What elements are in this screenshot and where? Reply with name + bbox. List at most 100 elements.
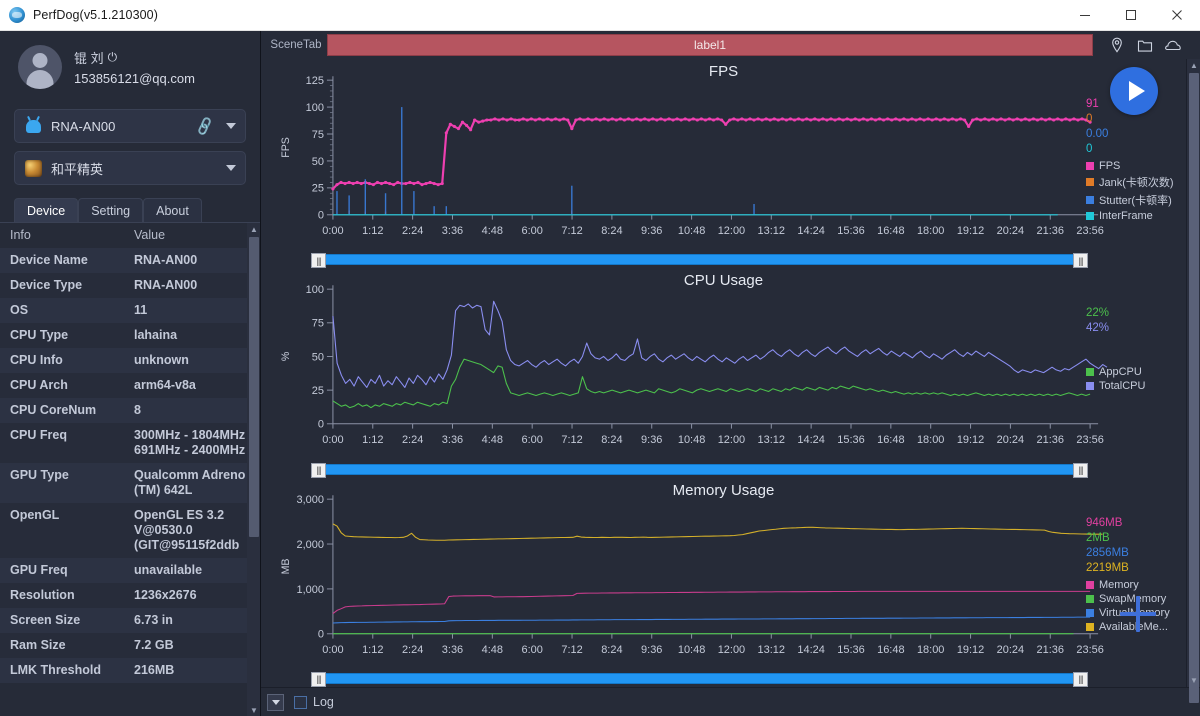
- svg-text:6:00: 6:00: [522, 225, 543, 237]
- chart-cpu: CPU Usage 0 25 50 75 100% 0:00 1:12 2:24 3:36 4:4…: [261, 268, 1186, 460]
- svg-text:12:00: 12:00: [718, 435, 745, 447]
- table-row[interactable]: GPU Type Qualcomm Adreno (TM) 642L: [0, 463, 260, 503]
- legend-value-jank: 0: [1086, 113, 1093, 125]
- main-scroll-thumb[interactable]: [1189, 73, 1199, 703]
- legend-item[interactable]: AppCPU: [1086, 366, 1145, 378]
- scroll-up-icon[interactable]: ▲: [249, 223, 259, 235]
- maximize-icon[interactable]: [1108, 0, 1154, 31]
- table-row[interactable]: Ram Size 7.2 GB: [0, 633, 260, 658]
- column-header-info: Info: [0, 223, 124, 248]
- timeline-handle-left[interactable]: |||: [311, 253, 326, 269]
- expand-dropdown-button[interactable]: [267, 693, 284, 711]
- timeline-slider-cpu[interactable]: ||| |||: [261, 461, 1186, 478]
- tab-about[interactable]: About: [143, 198, 202, 223]
- svg-text:21:36: 21:36: [1037, 644, 1064, 656]
- svg-text:6:00: 6:00: [522, 435, 543, 447]
- chevron-down-icon[interactable]: [226, 123, 236, 129]
- table-row[interactable]: Screen Size 6.73 in: [0, 608, 260, 633]
- legend-item[interactable]: TotalCPU: [1086, 380, 1145, 392]
- value-cell: RNA-AN00: [134, 278, 198, 292]
- timeline-track[interactable]: ||| |||: [311, 253, 1088, 269]
- add-chart-button[interactable]: [1120, 595, 1156, 632]
- info-cell: CPU Freq: [10, 428, 67, 442]
- svg-text:9:36: 9:36: [641, 435, 662, 447]
- scroll-up-icon[interactable]: ▲: [1189, 59, 1199, 72]
- legend-label: InterFrame: [1099, 210, 1153, 222]
- table-row[interactable]: CPU Type lahaina: [0, 323, 260, 348]
- svg-text:20:24: 20:24: [997, 225, 1024, 237]
- svg-text:23:56: 23:56: [1076, 225, 1103, 237]
- timeline-handle-left[interactable]: |||: [311, 671, 326, 687]
- main-panel: SceneTab label1 FPS 0 25 50 75 100 125 F…: [261, 31, 1200, 716]
- table-row[interactable]: Resolution 1236x2676: [0, 583, 260, 608]
- legend-swatch: [1086, 368, 1094, 377]
- svg-text:16:48: 16:48: [877, 644, 904, 656]
- timeline-track[interactable]: ||| |||: [311, 671, 1088, 687]
- legend-item[interactable]: InterFrame: [1086, 210, 1174, 222]
- chart-memory: Memory Usage 0 1,000 2,000 3,000 MB 0:00 1:12 2…: [261, 478, 1186, 670]
- log-checkbox[interactable]: [294, 695, 307, 709]
- legend-item[interactable]: FPS: [1086, 160, 1174, 172]
- tab-device[interactable]: Device: [14, 198, 79, 223]
- info-cell: Device Type: [10, 278, 83, 292]
- table-row[interactable]: CPU Info unknown: [0, 348, 260, 373]
- table-row[interactable]: CPU CoreNum 8: [0, 398, 260, 423]
- table-row[interactable]: Device Type RNA-AN00: [0, 273, 260, 298]
- minimize-icon[interactable]: [1062, 0, 1108, 31]
- chevron-down-icon[interactable]: [226, 165, 236, 171]
- svg-text:10:48: 10:48: [678, 644, 705, 656]
- log-checkbox-group[interactable]: Log: [294, 695, 334, 709]
- timeline-handle-right[interactable]: |||: [1073, 462, 1088, 478]
- legend-item[interactable]: Jank(卡顿次数): [1086, 174, 1174, 190]
- svg-text:6:00: 6:00: [522, 644, 543, 656]
- legend-item[interactable]: Memory: [1086, 579, 1170, 591]
- table-row[interactable]: CPU Freq 300MHz - 1804MHz 691MHz - 2400MHz: [0, 423, 260, 463]
- svg-text:25: 25: [312, 385, 324, 397]
- table-row[interactable]: CPU Arch arm64-v8a: [0, 373, 260, 398]
- legend-item[interactable]: Stutter(卡顿率): [1086, 192, 1174, 208]
- main-scrollbar[interactable]: ▲ ▼: [1186, 59, 1200, 703]
- scroll-down-icon[interactable]: ▼: [249, 704, 259, 716]
- start-button[interactable]: [1110, 67, 1158, 115]
- folder-icon[interactable]: [1137, 37, 1153, 53]
- svg-text:FPS: FPS: [280, 137, 292, 158]
- timeline-track[interactable]: ||| |||: [311, 462, 1088, 478]
- timeline-slider-fps[interactable]: ||| |||: [261, 251, 1186, 269]
- table-row[interactable]: LMK Threshold 216MB: [0, 658, 260, 683]
- power-icon[interactable]: ⏻: [108, 50, 118, 65]
- scene-label-bar[interactable]: label1: [327, 34, 1093, 56]
- svg-text:2,000: 2,000: [296, 539, 323, 551]
- device-selector[interactable]: RNA-AN00 🔗: [14, 109, 246, 143]
- location-pin-icon[interactable]: [1109, 37, 1125, 53]
- column-header-value: Value: [124, 223, 260, 248]
- scene-label-text: label1: [693, 38, 727, 52]
- timeline-handle-right[interactable]: |||: [1073, 253, 1088, 269]
- table-row[interactable]: GPU Freq unavailable: [0, 558, 260, 583]
- legend-value-swapmemory: 2MB: [1086, 531, 1110, 544]
- timeline-slider-memory[interactable]: ||| |||: [261, 670, 1186, 687]
- app-selector[interactable]: 和平精英: [14, 151, 246, 185]
- svg-text:2:24: 2:24: [402, 435, 423, 447]
- table-row[interactable]: OS 11: [0, 298, 260, 323]
- link-icon[interactable]: 🔗: [193, 115, 215, 137]
- scene-bar-icons: [1093, 37, 1196, 53]
- table-row[interactable]: Device Name RNA-AN00: [0, 248, 260, 273]
- info-cell: CPU Type: [10, 328, 69, 342]
- timeline-handle-left[interactable]: |||: [311, 462, 326, 478]
- device-info-table: Info Value Device Name RNA-AN00 Device Typ…: [0, 223, 260, 683]
- sidebar: 锟 刘 ⏻ 153856121@qq.com RNA-AN00 🔗 和平精英 D…: [0, 31, 261, 716]
- table-row[interactable]: OpenGL OpenGL ES 3.2 V@0530.0 (GIT@95115f…: [0, 503, 260, 558]
- scroll-down-icon[interactable]: ▼: [1189, 674, 1199, 687]
- svg-text:100: 100: [306, 102, 324, 114]
- sidebar-scroll-thumb[interactable]: [249, 237, 259, 537]
- chart-canvas-cpu: 0 25 50 75 100% 0:00 1:12 2:24 3:36 4:48 6:00 7:12 8…: [280, 285, 1108, 447]
- cloud-icon[interactable]: [1165, 37, 1183, 53]
- account-name-row: 锟 刘 ⏻: [74, 48, 195, 67]
- game-app-icon: [24, 159, 42, 177]
- legend-label: AppCPU: [1099, 366, 1142, 379]
- sidebar-scrollbar[interactable]: ▲ ▼: [247, 223, 260, 716]
- close-icon[interactable]: [1154, 0, 1200, 31]
- svg-text:16:48: 16:48: [877, 435, 904, 447]
- timeline-handle-right[interactable]: |||: [1073, 671, 1088, 687]
- tab-setting[interactable]: Setting: [78, 198, 144, 223]
